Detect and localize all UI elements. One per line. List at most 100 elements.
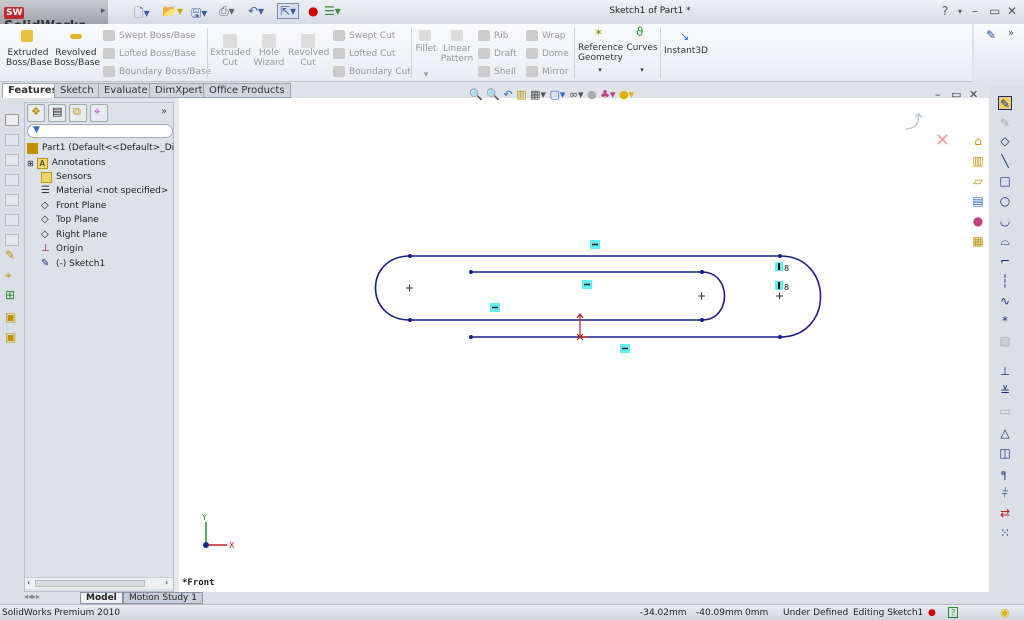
expand-icon[interactable]: » — [1008, 28, 1014, 39]
arc-icon[interactable]: ◡ — [998, 214, 1012, 228]
trim-icon[interactable]: ╕ — [998, 466, 1012, 480]
reference-geometry-button[interactable]: ✶ Reference Geometry ▾ — [578, 27, 623, 75]
smart-dimension-icon[interactable]: ◇ — [998, 134, 1012, 148]
tree-item-right-plane[interactable]: ◇ Right Plane — [41, 228, 107, 242]
sketch-text-icon[interactable]: ▧ — [998, 334, 1012, 348]
swept-cut-button[interactable]: Swept Cut — [333, 30, 395, 41]
view-left-icon[interactable] — [5, 174, 19, 186]
sketch-geometry[interactable] — [374, 255, 822, 338]
select-icon[interactable]: ⇱▾ — [277, 3, 300, 19]
move-entities-icon[interactable]: ⇄ — [998, 506, 1012, 520]
spline-icon[interactable]: ∿ — [998, 294, 1012, 308]
revolved-cut-button[interactable]: Revolved Cut — [288, 34, 329, 68]
sketch-icon[interactable]: ✎ — [5, 248, 15, 262]
view-top-icon[interactable] — [5, 214, 19, 226]
rebuild-status-icon[interactable]: ● — [928, 608, 936, 618]
configuration-manager-tab[interactable]: ⧉ — [69, 104, 87, 122]
minimize-button[interactable]: – — [972, 4, 978, 18]
view-back-icon[interactable] — [5, 154, 19, 166]
tree-item-top-plane[interactable]: ◇ Top Plane — [41, 213, 99, 227]
tab-dimxpert[interactable]: DimXpert — [149, 83, 209, 98]
tab-office-products[interactable]: Office Products — [203, 83, 291, 98]
rectangle-icon[interactable]: □ — [998, 174, 1012, 188]
help-dropdown-icon[interactable]: ▾ — [958, 7, 962, 16]
smart-dimension-icon[interactable]: ⌖ — [5, 268, 12, 283]
tab-motion-study-1[interactable]: Motion Study 1 — [123, 592, 203, 604]
draft-button[interactable]: Draft — [478, 48, 517, 59]
undo-icon[interactable]: ↶▾ — [248, 4, 264, 18]
tree-item-origin[interactable]: ⊥ Origin — [41, 242, 83, 256]
rebuild-icon[interactable]: ● — [308, 4, 318, 18]
open-icon[interactable]: 📂▾ — [162, 4, 183, 18]
layer-icon[interactable]: ▣ — [5, 310, 16, 324]
help-icon[interactable]: ? — [942, 4, 948, 18]
curves-button[interactable]: ϑ Curves ▾ — [626, 26, 658, 75]
solidworks-logo[interactable]: SWSolidWorks — [0, 0, 108, 34]
layer2-icon[interactable]: ▣ — [5, 330, 16, 344]
print-icon[interactable]: ⎙▾ — [219, 4, 235, 19]
quick-tips-icon[interactable]: ◉ — [1000, 606, 1010, 619]
shell-button[interactable]: Shell — [478, 66, 516, 77]
boundary-boss-button[interactable]: Boundary Boss/Base — [103, 66, 211, 77]
extruded-cut-button[interactable]: Extruded Cut — [210, 34, 251, 68]
convert-entities-icon[interactable]: ◫ — [998, 446, 1012, 460]
instant3d-button[interactable]: ↘ Instant3D — [664, 31, 708, 56]
add-relation-icon[interactable]: ⊥ — [998, 364, 1012, 378]
tab-scroll-arrows[interactable]: ◂◂▸▸ — [24, 592, 40, 601]
tab-sketch[interactable]: Sketch — [54, 83, 100, 98]
appearances-icon[interactable]: ● — [971, 214, 985, 228]
sketch-tool-icon[interactable]: ✎ — [986, 28, 996, 42]
options-icon[interactable]: ☰▾ — [324, 4, 341, 18]
graphics-area[interactable]: 🔍 🔍 ↶ ▥ ▦▾ ▢▾ ∞▾ ● ♣▾ ●▾ – ▭ ✕ ⤴ ✕ 8 8 Y… — [179, 88, 989, 592]
circle-icon[interactable]: ○ — [998, 194, 1012, 208]
menu-expand-icon[interactable]: ▸ — [101, 6, 106, 16]
tree-horizontal-scrollbar[interactable]: ‹ › — [25, 577, 173, 589]
new-icon[interactable]: 🗋▾ — [134, 4, 150, 25]
view-right-icon[interactable] — [5, 194, 19, 206]
help-status-icon[interactable]: ? — [948, 607, 959, 618]
linear-sketch-pattern-icon[interactable]: ⁙ — [998, 526, 1012, 540]
linear-pattern-button[interactable]: Linear Pattern — [440, 30, 474, 64]
rib-button[interactable]: Rib — [478, 30, 508, 41]
tree-item-material[interactable]: ☰ Material <not specified> — [41, 184, 168, 198]
tree-item-annotations[interactable]: ⊞ A Annotations — [27, 156, 106, 170]
restore-button[interactable]: ▭ — [989, 4, 1000, 18]
hole-wizard-button[interactable]: Hole Wizard — [250, 34, 288, 68]
view-palette-icon[interactable]: ▤ — [971, 194, 985, 208]
tab-model[interactable]: Model — [80, 592, 123, 604]
view-iso-icon[interactable] — [5, 114, 19, 126]
tree-item-front-plane[interactable]: ◇ Front Plane — [41, 199, 106, 213]
tree-filter-input[interactable]: ▼ — [27, 124, 173, 138]
polygon-icon[interactable]: ⌓ — [998, 234, 1012, 248]
mirror-button[interactable]: Mirror — [526, 66, 569, 77]
wrap-button[interactable]: Wrap — [526, 30, 565, 41]
custom-properties-icon[interactable]: ▦ — [971, 234, 985, 248]
scroll-left-icon[interactable]: ‹ — [27, 578, 30, 587]
close-button[interactable]: ✕ — [1007, 4, 1017, 18]
revolved-boss-button[interactable]: Revolved Boss/Base — [54, 34, 100, 68]
tab-evaluate[interactable]: Evaluate — [98, 83, 154, 98]
offset-icon[interactable]: △ — [998, 426, 1012, 440]
lofted-cut-button[interactable]: Lofted Cut — [333, 48, 396, 59]
save-icon[interactable]: 🖫▾ — [191, 4, 207, 25]
expand-plus-icon[interactable]: ⊞ — [27, 159, 34, 168]
lofted-boss-button[interactable]: Lofted Boss/Base — [103, 48, 196, 59]
property-manager-tab[interactable]: ▤ — [48, 104, 66, 122]
design-library-icon[interactable]: ▥ — [971, 154, 985, 168]
display-relations-icon[interactable]: ≚ — [998, 384, 1012, 398]
centerline-icon[interactable]: ┆ — [998, 274, 1012, 288]
tree-item-sketch1[interactable]: ✎ (-) Sketch1 — [41, 257, 105, 271]
swept-boss-button[interactable]: Swept Boss/Base — [103, 30, 196, 41]
tree-item-part1[interactable]: Part1 (Default<<Default>_Displa — [27, 141, 193, 155]
tree-item-sensors[interactable]: Sensors — [41, 170, 92, 184]
panel-expand-icon[interactable]: » — [161, 106, 167, 117]
extruded-boss-button[interactable]: Extruded Boss/Base — [6, 30, 52, 68]
relation-horizontal[interactable] — [490, 240, 630, 353]
3d-sketch-icon[interactable]: ✎ — [998, 116, 1012, 130]
feature-manager-tab[interactable]: ❖ — [27, 104, 45, 122]
resources-icon[interactable]: ⌂ — [971, 134, 985, 148]
relation-tangent[interactable] — [775, 262, 783, 290]
repair-sketch-icon[interactable]: ▭ — [998, 404, 1012, 418]
view-bottom-icon[interactable] — [5, 234, 19, 246]
dome-button[interactable]: Dome — [526, 48, 569, 59]
